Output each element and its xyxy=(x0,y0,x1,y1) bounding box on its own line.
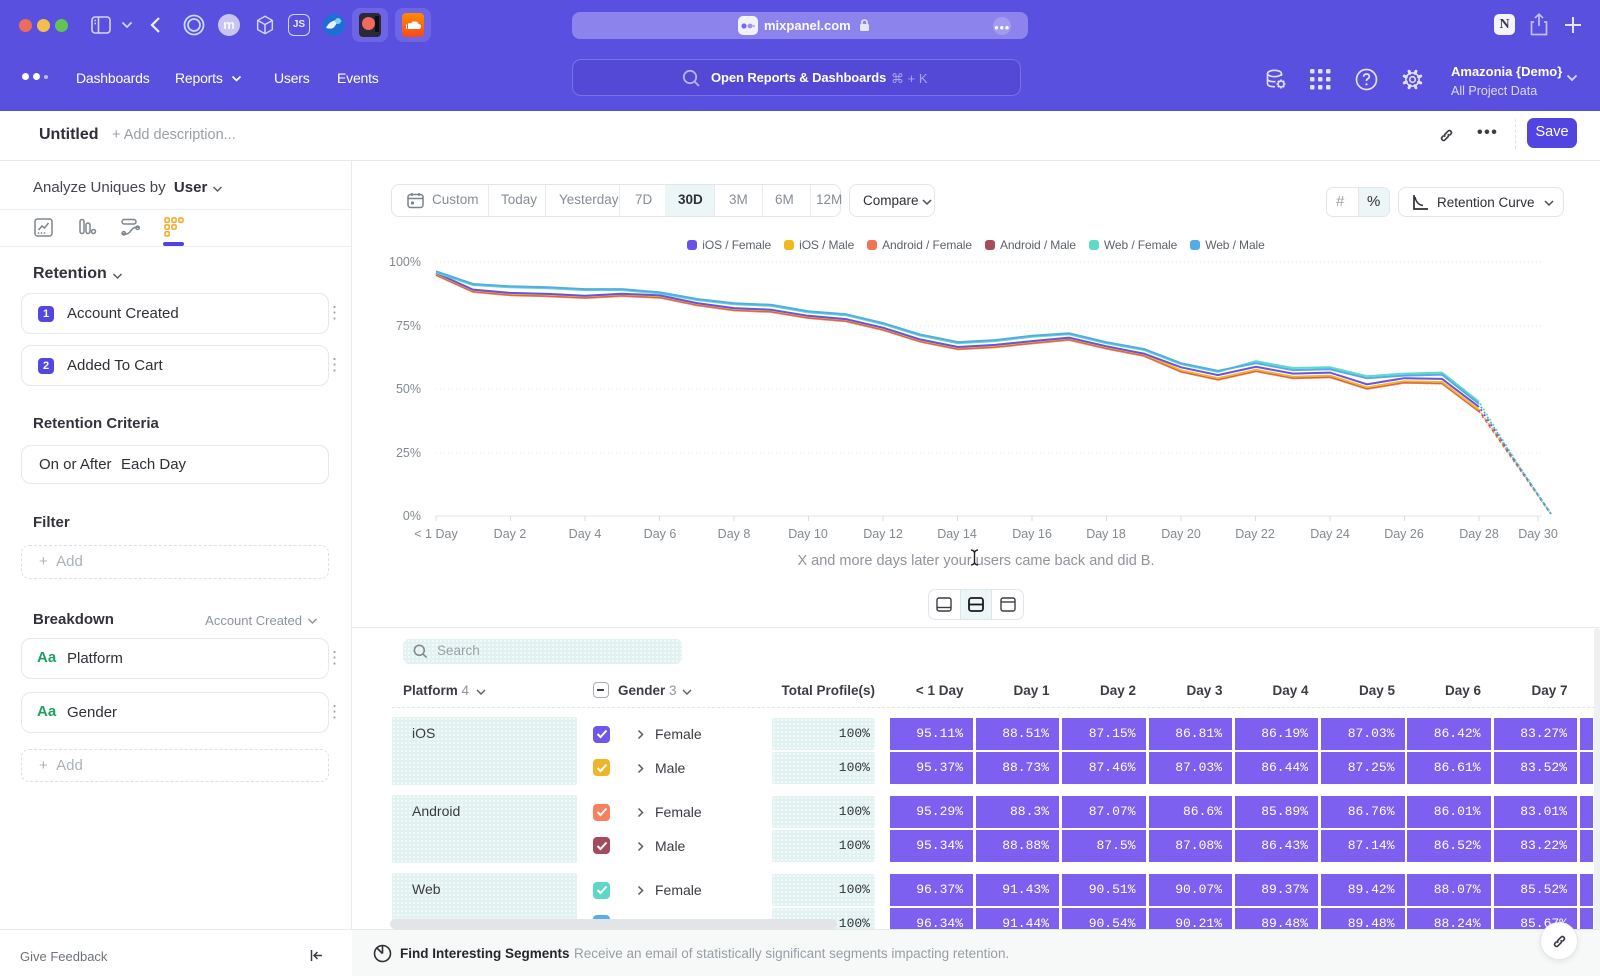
svg-text:Day 4: Day 4 xyxy=(569,527,602,541)
svg-text:Day 20: Day 20 xyxy=(1161,527,1201,541)
svg-text:Day 10: Day 10 xyxy=(788,527,828,541)
svg-text:0%: 0% xyxy=(403,509,421,523)
svg-text:Day 22: Day 22 xyxy=(1235,527,1275,541)
svg-text:25%: 25% xyxy=(396,446,421,460)
svg-text:< 1 Day: < 1 Day xyxy=(414,527,458,541)
svg-text:Day 2: Day 2 xyxy=(494,527,527,541)
svg-text:Day 26: Day 26 xyxy=(1384,527,1424,541)
svg-text:Day 16: Day 16 xyxy=(1012,527,1052,541)
svg-text:Day 8: Day 8 xyxy=(718,527,751,541)
svg-text:Day 6: Day 6 xyxy=(644,527,677,541)
svg-text:50%: 50% xyxy=(396,382,421,396)
svg-text:Day 30: Day 30 xyxy=(1518,527,1558,541)
svg-text:Day 24: Day 24 xyxy=(1310,527,1350,541)
svg-text:Day 18: Day 18 xyxy=(1086,527,1126,541)
svg-text:Day 12: Day 12 xyxy=(863,527,903,541)
svg-text:Day 28: Day 28 xyxy=(1459,527,1499,541)
svg-text:Day 14: Day 14 xyxy=(937,527,977,541)
svg-text:100%: 100% xyxy=(389,255,421,269)
svg-text:75%: 75% xyxy=(396,319,421,333)
